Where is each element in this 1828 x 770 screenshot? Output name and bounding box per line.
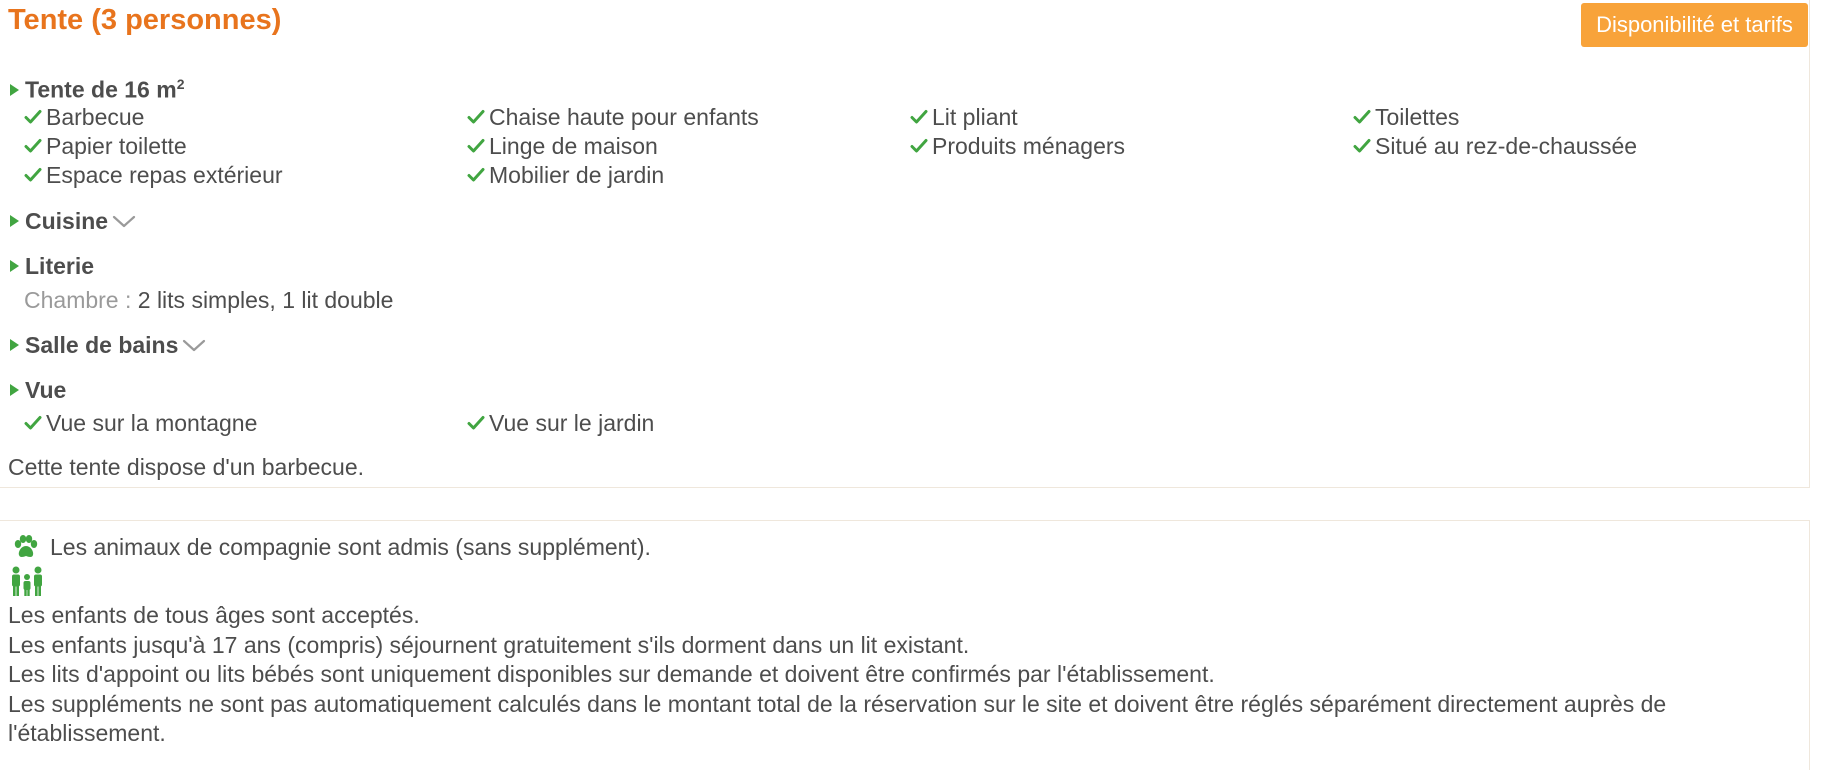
bedding-room-label: Chambre : xyxy=(24,287,132,313)
policy-line: Les enfants de tous âges sont acceptés. xyxy=(8,602,420,628)
family-icon xyxy=(12,566,42,596)
amenity-label: Espace repas extérieur xyxy=(46,162,283,188)
amenity-label: Papier toilette xyxy=(46,133,187,159)
availability-button[interactable]: Disponibilité et tarifs xyxy=(1581,3,1808,47)
check-icon xyxy=(467,167,485,182)
bedding-detail: Chambre : 2 lits simples, 1 lit double xyxy=(24,286,393,314)
amenities-row: Papier toilette Linge de maison Produits… xyxy=(0,132,1800,160)
list-item: Papier toilette xyxy=(24,132,187,160)
check-icon xyxy=(1353,138,1371,153)
bedding-room-value: 2 lits simples, 1 lit double xyxy=(137,287,394,313)
policy-line: Les lits d'appoint ou lits bébés sont un… xyxy=(8,661,1215,687)
section-size[interactable]: Tente de 16 m2 xyxy=(10,68,185,103)
view-label: Vue sur la montagne xyxy=(46,410,258,436)
check-icon xyxy=(24,109,42,124)
section-view-label: Vue xyxy=(25,377,67,403)
check-icon xyxy=(910,138,928,153)
room-description: Cette tente dispose d'un barbecue. xyxy=(8,454,365,480)
policy-line: Les enfants jusqu'à 17 ans (compris) séj… xyxy=(8,631,970,658)
children-policy: Les enfants de tous âges sont acceptés. … xyxy=(8,601,1728,749)
amenity-label: Linge de maison xyxy=(489,133,658,159)
amenity-label: Mobilier de jardin xyxy=(489,162,665,188)
policy-line: Les suppléments ne sont pas automatiquem… xyxy=(8,690,1667,747)
pets-policy: Les animaux de compagnie sont admis (san… xyxy=(12,533,651,561)
check-icon xyxy=(467,109,485,124)
list-item: Toilettes xyxy=(1353,103,1459,131)
superscript-two: 2 xyxy=(176,76,185,92)
expand-triangle-icon xyxy=(10,383,19,396)
check-icon xyxy=(1353,109,1371,124)
amenity-label: Lit pliant xyxy=(932,104,1018,130)
list-item: Linge de maison xyxy=(467,132,658,160)
section-kitchen-label: Cuisine xyxy=(25,208,109,234)
list-item: Vue sur la montagne xyxy=(24,409,257,437)
chevron-down-icon xyxy=(183,339,206,352)
paw-icon xyxy=(14,534,38,557)
amenity-label: Barbecue xyxy=(46,104,145,130)
pets-policy-text: Les animaux de compagnie sont admis (san… xyxy=(50,534,651,560)
expand-triangle-icon xyxy=(10,338,19,351)
expand-triangle-icon xyxy=(10,259,19,272)
room-card: Tente (3 personnes) Disponibilité et tar… xyxy=(0,0,1810,488)
check-icon xyxy=(24,167,42,182)
section-bedding[interactable]: Literie xyxy=(10,250,94,282)
list-item: Vue sur le jardin xyxy=(467,409,654,437)
list-item: Mobilier de jardin xyxy=(467,161,664,189)
amenities-row: Vue sur la montagne Vue sur le jardin xyxy=(0,409,1800,437)
expand-triangle-icon xyxy=(10,83,19,96)
section-bedding-label: Literie xyxy=(25,253,95,279)
check-icon xyxy=(24,138,42,153)
list-item: Produits ménagers xyxy=(910,132,1125,160)
section-bathroom[interactable]: Salle de bains xyxy=(10,329,206,361)
amenities-row: Barbecue Chaise haute pour enfants Lit p… xyxy=(0,103,1800,131)
policies-card: Les animaux de compagnie sont admis (san… xyxy=(0,520,1810,770)
list-item: Barbecue xyxy=(24,103,144,131)
section-size-label: Tente de 16 m xyxy=(25,76,177,103)
list-item: Lit pliant xyxy=(910,103,1018,131)
section-view[interactable]: Vue xyxy=(10,374,66,406)
amenity-label: Produits ménagers xyxy=(932,133,1126,159)
check-icon xyxy=(24,415,42,430)
view-label: Vue sur le jardin xyxy=(489,410,655,436)
room-title: Tente (3 personnes) xyxy=(8,4,282,36)
amenity-label: Situé au rez-de-chaussée xyxy=(1375,133,1638,159)
check-icon xyxy=(467,138,485,153)
chevron-down-icon xyxy=(112,215,136,228)
section-bathroom-label: Salle de bains xyxy=(25,332,179,358)
check-icon xyxy=(910,109,928,124)
expand-triangle-icon xyxy=(10,214,19,227)
amenity-label: Toilettes xyxy=(1375,104,1460,130)
amenities-row: Espace repas extérieur Mobilier de jardi… xyxy=(0,161,1800,189)
check-icon xyxy=(467,415,485,430)
list-item: Chaise haute pour enfants xyxy=(467,103,759,131)
section-kitchen[interactable]: Cuisine xyxy=(10,205,136,237)
amenity-label: Chaise haute pour enfants xyxy=(489,104,759,130)
list-item: Situé au rez-de-chaussée xyxy=(1353,132,1637,160)
list-item: Espace repas extérieur xyxy=(24,161,283,189)
